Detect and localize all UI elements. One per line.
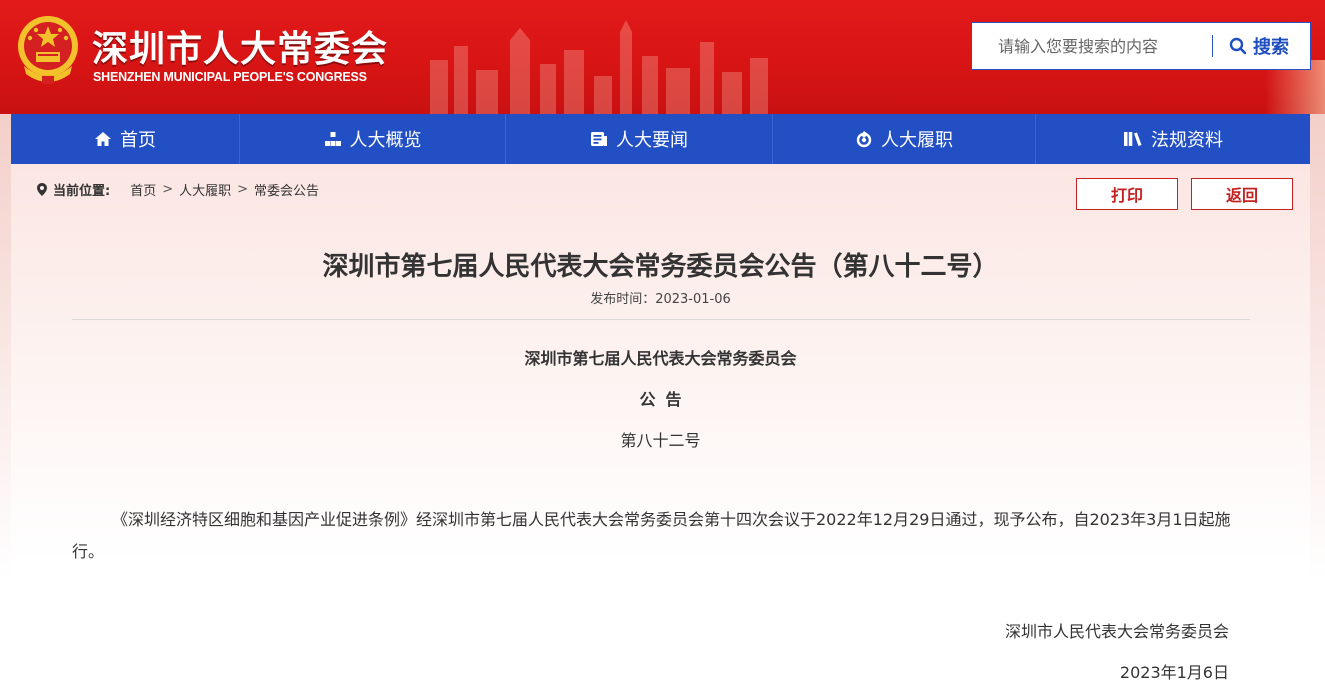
- site-subtitle: SHENZHEN MUNICIPAL PEOPLE'S CONGRESS: [93, 70, 367, 84]
- search-icon: [1229, 37, 1247, 55]
- nav-item-duty[interactable]: 人大履职: [773, 114, 1036, 164]
- home-icon: [95, 132, 111, 146]
- city-skyline-decoration: [430, 20, 768, 114]
- breadcrumb-separator: >: [162, 182, 174, 197]
- nav-item-label: 人大概览: [349, 130, 422, 151]
- issuing-organization: 深圳市第七届人民代表大会常务委员会: [524, 349, 797, 368]
- nav-item-regulations[interactable]: 法规资料: [1036, 114, 1310, 164]
- nav-item-news[interactable]: 人大要闻: [506, 114, 773, 164]
- breadcrumb-announcements[interactable]: 常委会公告: [254, 180, 319, 199]
- breadcrumb: 当前位置: 首页 > 人大履职 > 常委会公告: [37, 180, 319, 199]
- signature-organization: 深圳市人民代表大会常务委员会: [1004, 622, 1229, 641]
- nav-item-label: 法规资料: [1151, 130, 1223, 151]
- breadcrumb-separator: >: [237, 182, 249, 197]
- title-divider: [72, 319, 1250, 320]
- search-button-label: 搜索: [1253, 37, 1289, 58]
- back-button[interactable]: 返回: [1191, 178, 1293, 210]
- main-nav: 首页 人大概览 人大要闻 人大履职 法规资料: [11, 114, 1310, 164]
- nav-item-label: 人大要闻: [616, 130, 688, 151]
- nav-item-label: 人大履职: [881, 130, 953, 151]
- location-pin-icon: [37, 183, 47, 196]
- site-title: 深圳市人大常委会: [92, 29, 389, 70]
- site-header: 深圳市人大常委会 SHENZHEN MUNICIPAL PEOPLE'S CON…: [0, 0, 1325, 114]
- search-input[interactable]: [972, 23, 1212, 69]
- breadcrumb-home[interactable]: 首页: [130, 180, 156, 199]
- nav-item-home[interactable]: 首页: [11, 114, 240, 164]
- books-icon: [1124, 132, 1142, 146]
- article-title: 深圳市第七届人民代表大会常务委员会公告（第八十二号）: [322, 252, 999, 282]
- signature-date: 2023年1月6日: [1119, 663, 1229, 682]
- publish-time: 发布时间：2023-01-06: [590, 292, 731, 307]
- article-page: 当前位置: 首页 > 人大履职 > 常委会公告 打印 返回 深圳市第七届人民代表…: [11, 164, 1310, 695]
- org-chart-icon: [324, 132, 341, 146]
- national-emblem-icon: [18, 16, 78, 84]
- article-body: 《深圳经济特区细胞和基因产业促进条例》经深圳市第七届人民代表大会常务委员会第十四…: [72, 510, 1231, 561]
- right-margin-bg: [1310, 114, 1325, 695]
- announcement-number: 第八十二号: [620, 431, 701, 450]
- announcement-heading: 公告: [639, 390, 692, 409]
- left-margin-bg: [0, 114, 11, 695]
- nav-item-overview[interactable]: 人大概览: [240, 114, 506, 164]
- search-button[interactable]: 搜索: [1213, 33, 1289, 59]
- breadcrumb-label: 当前位置:: [53, 184, 111, 199]
- search-box: 搜索: [971, 22, 1311, 70]
- duty-icon: [856, 131, 872, 148]
- breadcrumb-duty[interactable]: 人大履职: [179, 180, 231, 199]
- print-button[interactable]: 打印: [1076, 178, 1178, 210]
- news-icon: [591, 132, 607, 146]
- nav-item-label: 首页: [120, 130, 156, 151]
